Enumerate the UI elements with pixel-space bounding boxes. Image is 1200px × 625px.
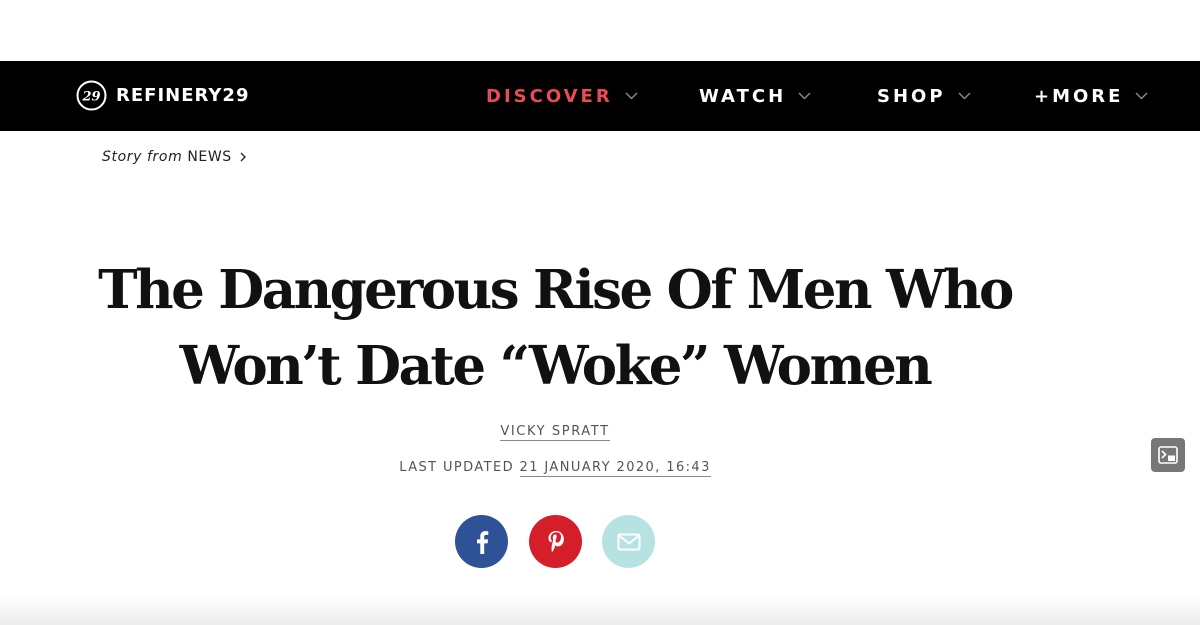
chevron-down-icon (1135, 92, 1148, 100)
picture-in-picture-icon (1158, 446, 1178, 464)
headline-line-1: The Dangerous Rise Of Men Who (98, 259, 1014, 321)
updated-date: 21 JANUARY 2020, 16:43 (519, 460, 711, 477)
chevron-down-icon (798, 92, 811, 100)
envelope-icon (617, 533, 640, 550)
svg-text:29: 29 (81, 89, 100, 104)
nav-item-shop[interactable]: SHOP (877, 83, 971, 109)
refinery29-logo-icon: 29 (76, 80, 107, 110)
nav-item-more[interactable]: +MORE (1034, 83, 1148, 109)
author-byline: VICKY SPRATT (0, 424, 1110, 441)
breadcrumb[interactable]: Story from NEWS (102, 146, 247, 168)
bottom-fade (0, 595, 1200, 625)
facebook-icon (476, 530, 488, 554)
nav-label-discover: DISCOVER (486, 85, 613, 107)
logo-text: REFINERY29 (116, 84, 250, 106)
headline-line-2: Won’t Date “Woke” Women (179, 335, 933, 397)
chevron-down-icon (625, 92, 638, 100)
nav-item-discover[interactable]: DISCOVER (486, 83, 638, 109)
share-facebook-button[interactable] (455, 515, 508, 568)
nav-label-more: +MORE (1034, 85, 1124, 107)
breadcrumb-prefix: Story from (102, 149, 183, 165)
top-navbar: 29 REFINERY29 DISCOVER WATCH SHOP +MORE (0, 61, 1200, 131)
chevron-down-icon (958, 92, 971, 100)
article-headline: The Dangerous Rise Of Men Who Won’t Date… (0, 252, 1110, 404)
last-updated: LAST UPDATED 21 JANUARY 2020, 16:43 (0, 460, 1110, 477)
nav-item-watch[interactable]: WATCH (699, 83, 811, 109)
site-logo[interactable]: 29 REFINERY29 (76, 77, 249, 113)
breadcrumb-section-link[interactable]: NEWS (187, 149, 231, 165)
share-pinterest-button[interactable] (529, 515, 582, 568)
article-page: 29 REFINERY29 DISCOVER WATCH SHOP +MORE (0, 0, 1200, 625)
author-link[interactable]: VICKY SPRATT (500, 424, 610, 441)
picture-in-picture-button[interactable] (1151, 438, 1185, 472)
pinterest-icon (548, 530, 564, 552)
share-email-button[interactable] (602, 515, 655, 568)
nav-label-watch: WATCH (699, 85, 787, 107)
chevron-right-icon (240, 152, 246, 162)
updated-label: LAST UPDATED (399, 460, 514, 475)
nav-label-shop: SHOP (877, 85, 946, 107)
